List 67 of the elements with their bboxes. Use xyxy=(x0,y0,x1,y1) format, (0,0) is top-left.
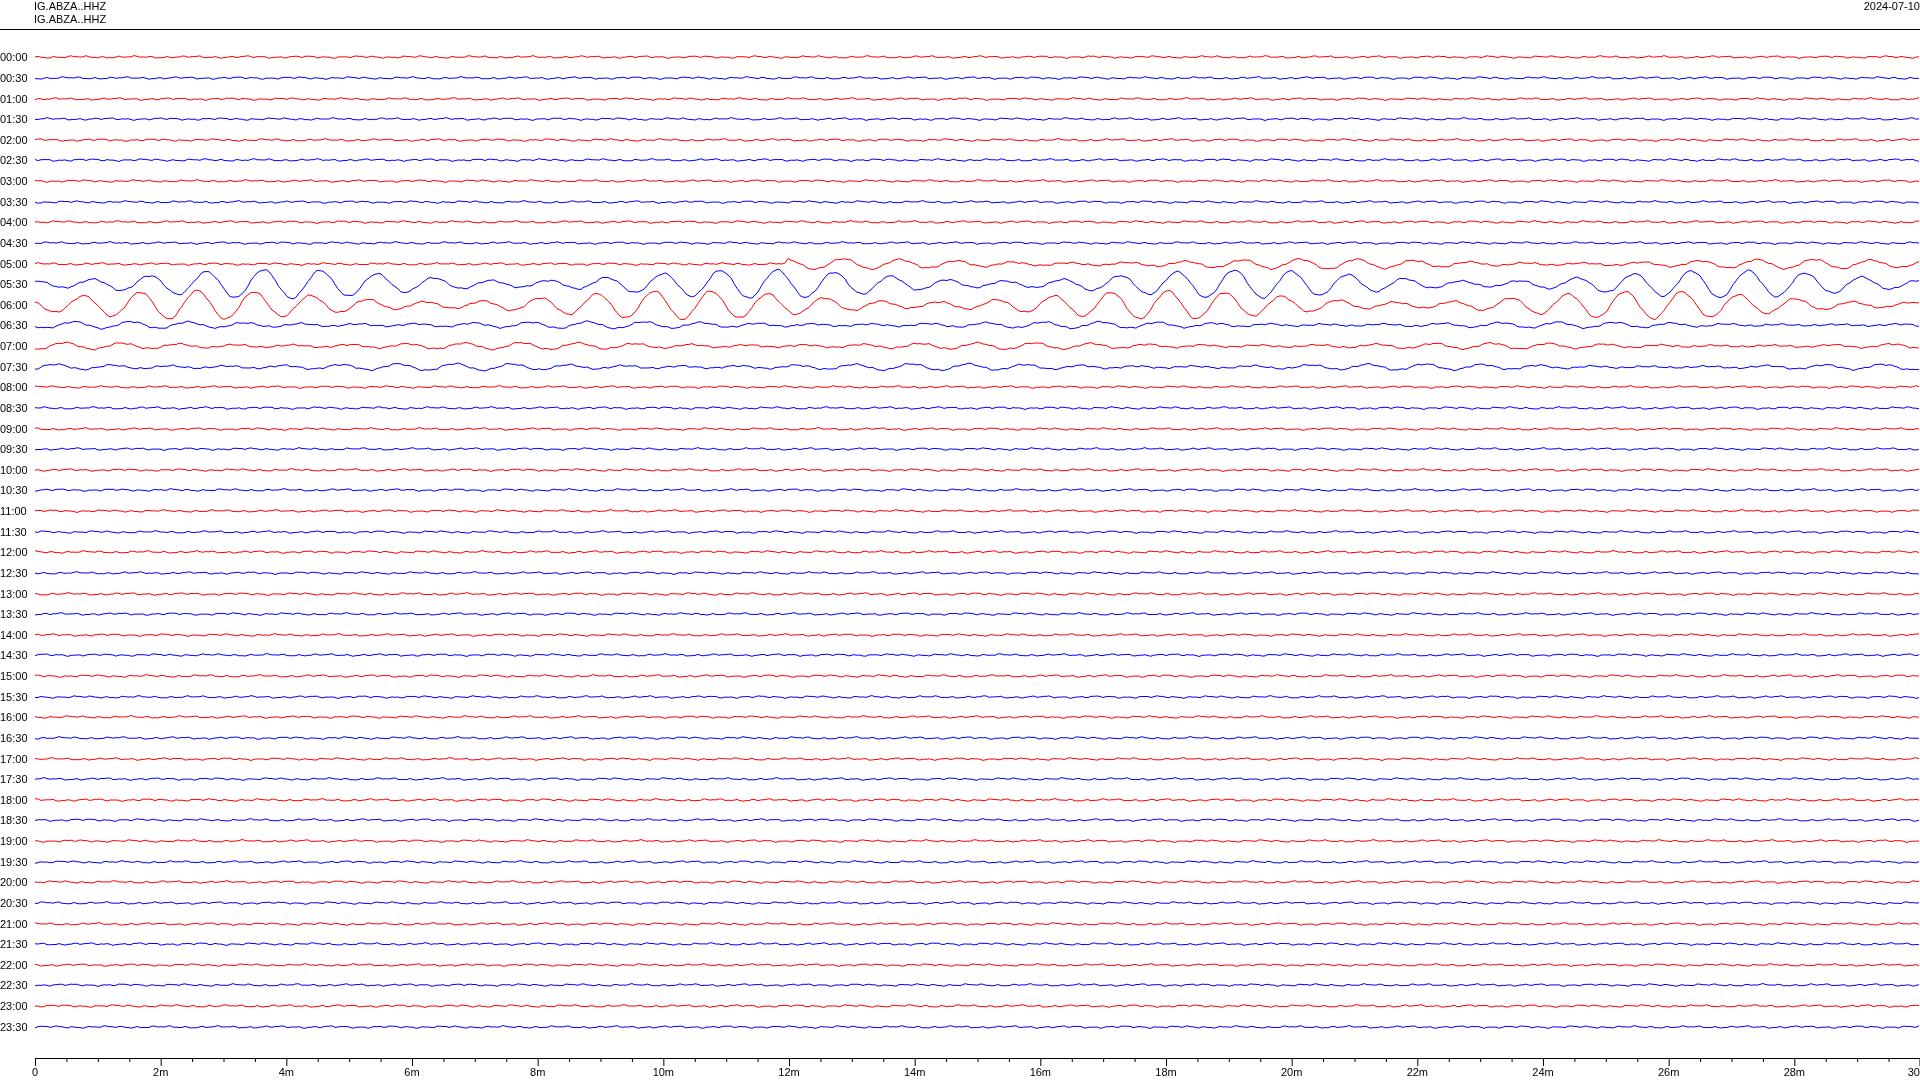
time-label: 07:30 xyxy=(0,360,29,373)
time-label: 05:00 xyxy=(0,257,29,270)
time-label: 12:00 xyxy=(0,546,29,559)
time-label: 07:00 xyxy=(0,340,29,353)
axis-tick-label: 2m xyxy=(153,1066,169,1079)
time-label: 23:30 xyxy=(0,1020,29,1033)
axis-tick-label: 10m xyxy=(652,1066,675,1079)
axis-tick-label: 8m xyxy=(530,1066,546,1079)
time-label: 22:00 xyxy=(0,958,29,971)
axis-tick-label: 30 xyxy=(1907,1066,1920,1079)
time-label: 00:30 xyxy=(0,71,29,84)
axis-tick-label: 20m xyxy=(1280,1066,1303,1079)
time-label: 15:30 xyxy=(0,690,29,703)
time-label: 04:30 xyxy=(0,236,29,249)
time-label: 19:00 xyxy=(0,835,29,848)
station-label: IG.ABZA..HHZ xyxy=(34,0,107,13)
time-label: 10:30 xyxy=(0,484,29,497)
time-label: 23:00 xyxy=(0,1000,29,1013)
time-label: 09:30 xyxy=(0,443,29,456)
time-label: 11:30 xyxy=(0,525,28,538)
time-label: 11:00 xyxy=(0,505,28,518)
time-label: 08:30 xyxy=(0,401,29,414)
time-label: 17:00 xyxy=(0,752,29,765)
time-label: 16:30 xyxy=(0,731,29,744)
time-label: 04:00 xyxy=(0,216,29,229)
axis-tick-label: 22m xyxy=(1406,1066,1429,1079)
axis-tick-label: 0 xyxy=(32,1066,39,1079)
time-label: 13:30 xyxy=(0,608,29,621)
time-label: 12:30 xyxy=(0,566,29,579)
time-label: 03:00 xyxy=(0,175,29,188)
time-label: 05:30 xyxy=(0,278,29,291)
time-label: 02:00 xyxy=(0,133,29,146)
date-label: 2024-07-10 xyxy=(1863,0,1920,13)
time-label: 21:00 xyxy=(0,917,29,930)
axis-tick-label: 12m xyxy=(778,1066,800,1079)
time-label: 20:30 xyxy=(0,896,29,909)
time-label: 02:30 xyxy=(0,154,29,167)
time-label: 22:30 xyxy=(0,979,29,992)
time-label: 06:00 xyxy=(0,298,29,311)
time-label: 16:00 xyxy=(0,711,29,724)
time-label: 17:30 xyxy=(0,773,29,786)
axis-tick-label: 4m xyxy=(278,1066,294,1079)
time-label: 18:30 xyxy=(0,814,29,827)
time-label: 13:00 xyxy=(0,587,29,600)
time-label: 01:00 xyxy=(0,92,29,105)
time-label: 14:00 xyxy=(0,628,29,641)
axis-tick-label: 28m xyxy=(1783,1066,1806,1079)
time-label: 20:00 xyxy=(0,876,29,889)
time-label: 19:30 xyxy=(0,855,29,868)
time-label: 06:30 xyxy=(0,319,29,332)
time-label: 21:30 xyxy=(0,938,29,951)
axis-tick-label: 16m xyxy=(1029,1066,1052,1079)
time-label: 03:30 xyxy=(0,195,29,208)
axis-tick-label: 6m xyxy=(404,1066,420,1079)
time-label: 18:00 xyxy=(0,793,29,806)
axis-tick-label: 26m xyxy=(1657,1066,1680,1079)
axis-tick-label: 24m xyxy=(1532,1066,1554,1079)
time-label: 09:00 xyxy=(0,422,29,435)
time-label: 00:00 xyxy=(0,51,29,64)
station-label: IG.ABZA..HHZ xyxy=(34,13,107,26)
time-label: 10:00 xyxy=(0,463,29,476)
axis-tick-label: 18m xyxy=(1155,1066,1177,1079)
time-label: 14:30 xyxy=(0,649,29,662)
time-label: 15:00 xyxy=(0,670,29,683)
axis-tick-label: 14m xyxy=(903,1066,926,1079)
time-label: 08:00 xyxy=(0,381,29,394)
time-label: 01:30 xyxy=(0,113,29,126)
